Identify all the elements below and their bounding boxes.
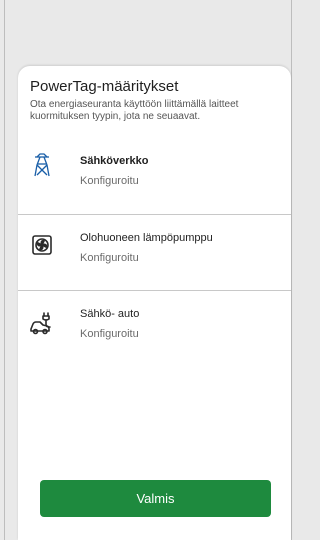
load-item-name: Sähköverkko [80, 155, 149, 167]
load-item-heat-pump[interactable]: Olohuoneen lämpöpumppu Konfiguroitu [18, 215, 291, 285]
heat-pump-icon [28, 231, 56, 259]
sheet-description: Ota energiaseuranta käyttöön liittämällä… [30, 99, 239, 122]
configuration-sheet: PowerTag-määritykset Ota energiaseuranta… [18, 66, 291, 540]
frame-right-edge [291, 0, 292, 540]
done-button[interactable]: Valmis [40, 480, 271, 517]
load-item-status: Konfiguroitu [80, 175, 139, 187]
power-grid-icon [28, 151, 56, 179]
sheet-title: PowerTag-määritykset [30, 78, 179, 95]
load-item-status: Konfiguroitu [80, 252, 139, 264]
electric-car-icon [28, 309, 56, 337]
load-item-status: Konfiguroitu [80, 328, 139, 340]
load-item-electric-car[interactable]: Sähkö- auto Konfiguroitu [18, 291, 291, 361]
load-item-name: Sähkö- auto [80, 308, 140, 320]
load-item-power-grid[interactable]: Sähköverkko Konfiguroitu [18, 145, 291, 215]
load-item-name: Olohuoneen lämpöpumppu [80, 232, 213, 244]
frame-left-edge [4, 0, 5, 540]
